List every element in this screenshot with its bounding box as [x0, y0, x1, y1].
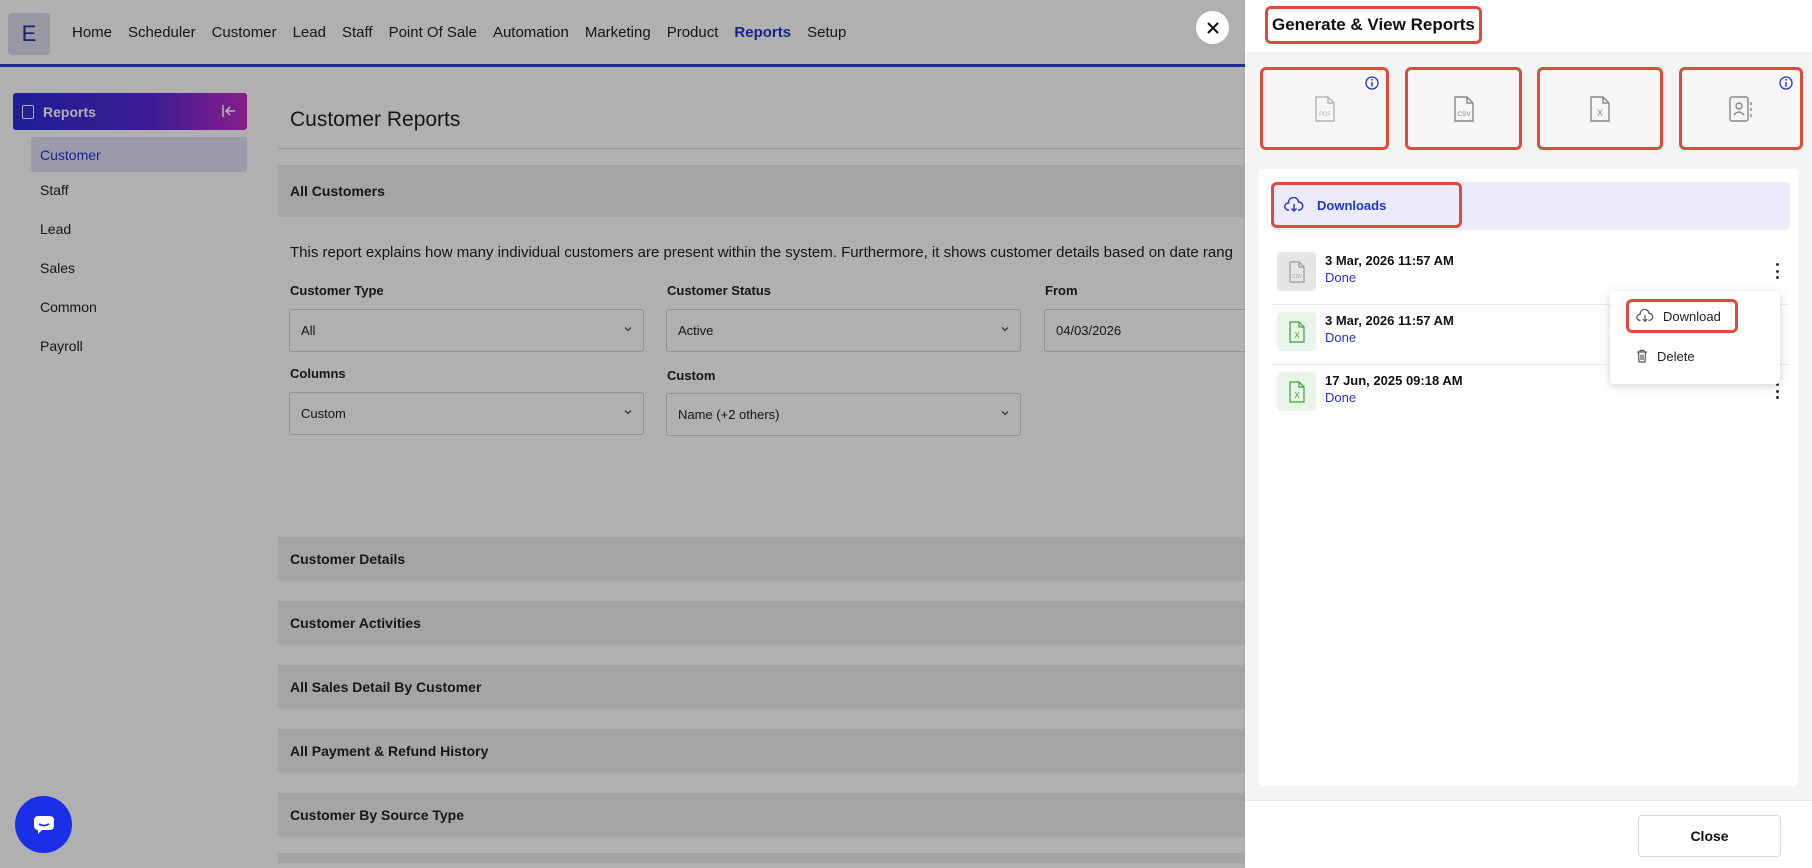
csv-file-icon: CSV: [1453, 95, 1474, 122]
csv-file-icon: CSV: [1288, 260, 1305, 283]
excel-file-icon: X: [1590, 95, 1610, 122]
row-menu-button[interactable]: [1768, 261, 1786, 281]
info-icon[interactable]: [1365, 76, 1379, 90]
download-timestamp: 3 Mar, 2026 11:57 AM: [1325, 313, 1454, 328]
info-icon[interactable]: [1779, 76, 1793, 90]
svg-text:PDF: PDF: [1319, 112, 1331, 118]
download-timestamp: 17 Jun, 2025 09:18 AM: [1325, 373, 1463, 388]
close-overlay-button[interactable]: [1196, 11, 1229, 44]
svg-text:X: X: [1294, 391, 1300, 400]
excel-file-badge: X: [1277, 372, 1316, 411]
pdf-file-icon: PDF: [1314, 95, 1335, 122]
download-status: Done: [1325, 330, 1357, 345]
close-button[interactable]: Close: [1638, 815, 1781, 857]
svg-text:X: X: [1294, 331, 1300, 340]
menu-item-download[interactable]: Download: [1626, 299, 1738, 333]
export-csv-button[interactable]: CSV: [1405, 67, 1522, 150]
modal-backdrop[interactable]: [0, 0, 1245, 868]
excel-file-icon: X: [1288, 320, 1305, 343]
export-contacts-button[interactable]: [1679, 67, 1803, 150]
close-icon: [1206, 21, 1219, 34]
download-timestamp: 3 Mar, 2026 11:57 AM: [1325, 253, 1454, 268]
delete-label: Delete: [1657, 348, 1695, 364]
cloud-download-icon: [1284, 197, 1304, 212]
chat-icon: [33, 815, 54, 834]
excel-file-badge: X: [1277, 312, 1316, 351]
download-status: Done: [1325, 270, 1357, 285]
export-excel-button[interactable]: X: [1537, 67, 1663, 150]
download-label: Download: [1663, 308, 1721, 324]
menu-item-delete[interactable]: Delete: [1626, 339, 1738, 373]
svg-text:CSV: CSV: [1457, 111, 1471, 118]
row-menu-button[interactable]: [1768, 381, 1786, 401]
export-pdf-button[interactable]: PDF: [1260, 67, 1389, 150]
drawer-footer: Close: [1245, 800, 1812, 868]
contact-book-icon: [1729, 95, 1752, 122]
tab-downloads[interactable]: Downloads: [1271, 182, 1462, 228]
drawer-title: Generate & View Reports: [1265, 6, 1482, 44]
downloads-tab-label: Downloads: [1317, 197, 1387, 213]
downloads-tabbar: Downloads: [1271, 182, 1790, 230]
svg-text:CSV: CSV: [1291, 274, 1302, 280]
drawer-header: Generate & View Reports: [1245, 0, 1812, 52]
download-status: Done: [1325, 390, 1357, 405]
excel-file-icon: X: [1288, 380, 1305, 403]
reports-drawer: Generate & View Reports PDF CSV X Downlo…: [1245, 0, 1812, 868]
trash-icon: [1637, 349, 1647, 363]
cloud-download-icon: [1636, 309, 1654, 323]
row-context-menu: Download Delete: [1610, 291, 1780, 384]
csv-file-badge: CSV: [1277, 252, 1316, 291]
chat-button[interactable]: [15, 796, 72, 853]
svg-text:X: X: [1597, 108, 1603, 118]
downloads-panel: Downloads CSV 3 Mar, 2026 11:57 AM Done …: [1259, 169, 1798, 786]
